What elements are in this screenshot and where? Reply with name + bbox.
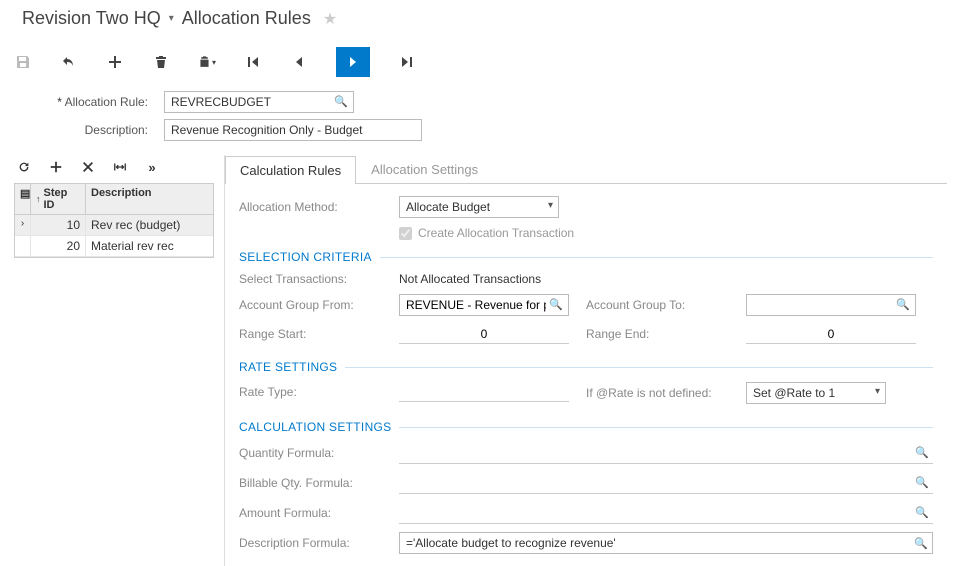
steps-grid: ▤ ↑Step ID Description ›10Rev rec (budge… xyxy=(14,183,214,258)
account-group-from-input[interactable] xyxy=(399,294,569,316)
section-selection-criteria: SELECTION CRITERIA xyxy=(239,250,372,264)
search-icon: 🔍 xyxy=(914,537,928,550)
range-start-label: Range Start: xyxy=(239,327,399,341)
create-alloc-trans-checkbox xyxy=(399,227,412,240)
table-row[interactable]: 20Material rev rec xyxy=(15,236,213,257)
tab-allocation-settings[interactable]: Allocation Settings xyxy=(356,155,493,183)
row-step: 20 xyxy=(31,236,86,256)
grid-fit-icon[interactable] xyxy=(112,159,128,175)
next-icon[interactable] xyxy=(336,47,370,77)
search-icon: 🔍 xyxy=(915,476,929,489)
page-title-org: Revision Two HQ xyxy=(22,8,161,29)
last-icon[interactable] xyxy=(398,53,416,71)
grid-add-icon[interactable] xyxy=(48,159,64,175)
grid-header-desc[interactable]: Description xyxy=(86,184,213,214)
search-icon: 🔍 xyxy=(915,446,929,459)
description-formula-label: Description Formula: xyxy=(239,536,399,550)
account-group-to-input[interactable] xyxy=(746,294,916,316)
clipboard-icon[interactable]: ▾ xyxy=(198,53,216,71)
grid-delete-icon[interactable] xyxy=(80,159,96,175)
page-title-module: Allocation Rules xyxy=(182,8,311,29)
tab-calculation-rules[interactable]: Calculation Rules xyxy=(225,156,356,184)
rate-type-label: Rate Type: xyxy=(239,385,399,399)
range-start-input[interactable] xyxy=(399,324,569,344)
description-input[interactable] xyxy=(164,119,422,141)
create-alloc-trans-label: Create Allocation Transaction xyxy=(418,226,574,240)
row-step: 10 xyxy=(31,215,86,235)
row-desc: Material rev rec xyxy=(86,236,213,256)
row-indicator xyxy=(15,236,31,256)
account-group-from-label: Account Group From: xyxy=(239,298,399,312)
section-calc-settings: CALCULATION SETTINGS xyxy=(239,420,391,434)
select-trans-value: Not Allocated Transactions xyxy=(399,272,541,286)
delete-icon[interactable] xyxy=(152,53,170,71)
description-label: Description: xyxy=(14,123,164,137)
add-icon[interactable] xyxy=(106,53,124,71)
quantity-formula-label: Quantity Formula: xyxy=(239,446,399,460)
search-icon: 🔍 xyxy=(915,506,929,519)
range-end-input[interactable] xyxy=(746,324,916,344)
grid-header-step[interactable]: ↑Step ID xyxy=(31,184,86,214)
billable-qty-formula-input[interactable]: 🔍 xyxy=(399,472,933,494)
allocation-method-select[interactable]: Allocate Budget xyxy=(399,196,559,218)
account-group-to-label: Account Group To: xyxy=(586,298,746,312)
grid-header-indicator[interactable]: ▤ xyxy=(15,184,31,214)
chevron-down-icon[interactable]: ▾ xyxy=(169,13,174,24)
allocation-rule-input[interactable] xyxy=(164,91,354,113)
grid-refresh-icon[interactable] xyxy=(16,159,32,175)
allocation-method-label: Allocation Method: xyxy=(239,200,399,214)
rate-undefined-select[interactable]: Set @Rate to 1 xyxy=(746,382,886,404)
grid-more-icon[interactable]: » xyxy=(144,159,160,175)
rate-type-input[interactable] xyxy=(399,382,569,402)
table-row[interactable]: ›10Rev rec (budget) xyxy=(15,215,213,236)
quantity-formula-input[interactable]: 🔍 xyxy=(399,442,933,464)
row-desc: Rev rec (budget) xyxy=(86,215,213,235)
section-rate-settings: RATE SETTINGS xyxy=(239,360,337,374)
billable-qty-formula-label: Billable Qty. Formula: xyxy=(239,476,399,490)
range-end-label: Range End: xyxy=(586,327,746,341)
description-formula-input[interactable]: ='Allocate budget to recognize revenue'🔍 xyxy=(399,532,933,554)
allocation-rule-label: Allocation Rule: xyxy=(14,95,164,109)
star-icon[interactable]: ★ xyxy=(323,9,337,29)
save-icon[interactable] xyxy=(14,53,32,71)
first-icon[interactable] xyxy=(244,53,262,71)
amount-formula-input[interactable]: 🔍 xyxy=(399,502,933,524)
select-trans-label: Select Transactions: xyxy=(239,272,399,286)
undo-icon[interactable] xyxy=(60,53,78,71)
prev-icon[interactable] xyxy=(290,53,308,71)
amount-formula-label: Amount Formula: xyxy=(239,506,399,520)
row-indicator: › xyxy=(15,215,31,235)
rate-undefined-label: If @Rate is not defined: xyxy=(586,386,746,400)
